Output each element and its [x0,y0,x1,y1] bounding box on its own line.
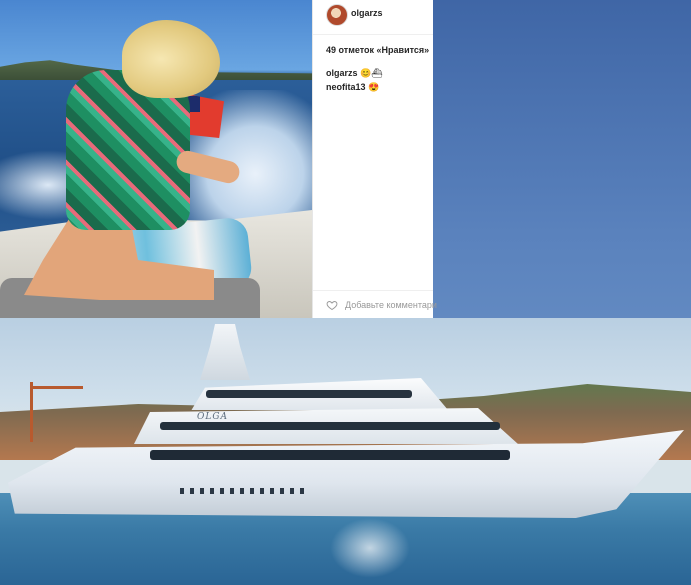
yacht-photo: OLGA [0,318,691,585]
water-glare [330,518,410,578]
post-photo[interactable] [0,0,312,318]
comment-author[interactable]: olgarzs [326,68,358,78]
crane [30,382,83,442]
avatar[interactable] [326,4,348,26]
yacht-portholes [180,488,310,494]
yacht-stripe [150,450,510,460]
comment-text: 😊⛴ [360,68,383,78]
comment: olgarzs 😊⛴ [326,68,383,79]
yacht-window [160,422,500,430]
comment: neofita13 😍 [326,82,379,93]
person-hair [122,20,220,98]
likes-count[interactable]: 49 отметок «Нравится» [326,45,429,55]
yacht-mast [200,324,250,380]
comment-bar: Добавьте комментари [313,290,437,319]
heart-icon[interactable] [326,299,338,311]
username-link[interactable]: olgarzs [351,8,383,18]
post-header: olgarzs [313,0,433,35]
comment-text: 😍 [368,82,380,92]
comment-author[interactable]: neofita13 [326,82,366,92]
add-comment-input[interactable]: Добавьте комментари [345,300,437,310]
yacht-window [206,390,412,398]
yacht-name: OLGA [197,412,229,422]
post-panel: olgarzs 49 отметок «Нравится» olgarzs 😊⛴… [312,0,437,319]
